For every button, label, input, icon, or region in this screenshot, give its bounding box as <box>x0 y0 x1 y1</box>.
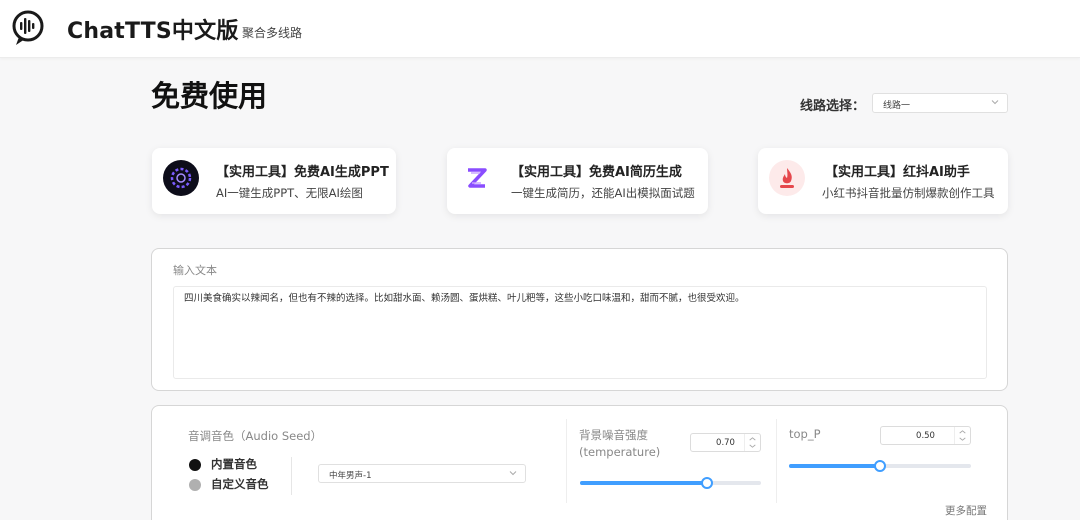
resume-z-icon <box>468 168 487 188</box>
text-input-area[interactable]: 四川美食确实以辣闻名，但也有不辣的选择。比如甜水面、赖汤圆、蛋烘糕、叶儿粑等，这… <box>173 286 987 379</box>
audio-seed-section: 音调音色（Audio Seed） 内置音色 自定义音色 中年男声-1 <box>173 419 567 503</box>
temperature-value: 0.70 <box>716 438 735 448</box>
radio-custom-voice[interactable] <box>189 479 201 491</box>
temperature-section: 背景噪音强度(temperature) 0.70 <box>567 419 777 503</box>
top-p-slider-thumb[interactable] <box>874 460 886 472</box>
chevron-down-icon <box>991 100 999 105</box>
top-p-section: top_P 0.50 <box>777 419 989 503</box>
tool-card-desc: 小红书抖音批量仿制爆款创作工具 <box>822 186 995 200</box>
radio-builtin-voice[interactable] <box>189 459 201 471</box>
text-input-panel: 输入文本 四川美食确实以辣闻名，但也有不辣的选择。比如甜水面、赖汤圆、蛋烘糕、叶… <box>151 248 1008 391</box>
route-select[interactable]: 线路一 <box>872 93 1008 113</box>
temperature-slider-thumb[interactable] <box>700 477 713 489</box>
radio-builtin-label[interactable]: 内置音色 <box>211 456 257 472</box>
temperature-slider[interactable] <box>580 477 761 489</box>
stepper-arrows-icon[interactable] <box>954 427 970 444</box>
settings-panel: 音调音色（Audio Seed） 内置音色 自定义音色 中年男声-1 背景噪音强… <box>151 405 1008 520</box>
radio-custom-label[interactable]: 自定义音色 <box>211 476 269 492</box>
top-p-slider[interactable] <box>789 460 971 472</box>
tool-card-title: 【实用工具】免费AI简历生成 <box>511 165 682 180</box>
tool-card-resume[interactable]: 【实用工具】免费AI简历生成 一键生成简历，还能AI出模拟面试题 <box>447 148 708 214</box>
chat-waveform-logo-icon[interactable] <box>11 9 45 47</box>
top-p-value: 0.50 <box>916 431 935 441</box>
top-p-input[interactable]: 0.50 <box>880 426 971 445</box>
voice-select[interactable]: 中年男声-1 <box>318 464 526 483</box>
audio-seed-label: 音调音色（Audio Seed） <box>188 429 323 443</box>
ppt-spark-icon <box>163 160 199 196</box>
brand-subtitle: 聚合多线路 <box>242 26 303 40</box>
route-select-value: 线路一 <box>883 101 911 111</box>
input-text-label: 输入文本 <box>173 264 217 277</box>
tool-card-desc: 一键生成简历，还能AI出模拟面试题 <box>511 186 695 200</box>
page-title: 免费使用 <box>151 79 268 113</box>
divider <box>291 457 292 495</box>
chevron-down-icon <box>509 471 517 476</box>
top-header: ChatTTS中文版 聚合多线路 <box>0 0 1080 58</box>
tool-card-desc: AI一键生成PPT、无限AI绘图 <box>216 186 363 200</box>
top-p-slider-fill <box>789 464 880 468</box>
route-select-label: 线路选择： <box>800 99 866 114</box>
tool-card-title: 【实用工具】免费AI生成PPT <box>216 165 389 180</box>
redbook-flame-icon <box>769 160 805 196</box>
tool-card-redbook[interactable]: 【实用工具】红抖AI助手 小红书抖音批量仿制爆款创作工具 <box>758 148 1008 214</box>
temperature-input[interactable]: 0.70 <box>690 433 761 452</box>
brand-title[interactable]: ChatTTS中文版 <box>67 13 239 45</box>
tool-card-ppt[interactable]: 【实用工具】免费AI生成PPT AI一键生成PPT、无限AI绘图 <box>152 148 396 214</box>
top-p-label: top_P <box>789 427 821 441</box>
voice-select-value: 中年男声-1 <box>329 471 372 481</box>
more-config-link[interactable]: 更多配置 <box>945 503 987 518</box>
stepper-arrows-icon[interactable] <box>744 434 760 451</box>
temperature-slider-fill <box>580 481 707 485</box>
tool-card-title: 【实用工具】红抖AI助手 <box>825 165 970 180</box>
temperature-label: 背景噪音强度(temperature) <box>579 428 661 459</box>
